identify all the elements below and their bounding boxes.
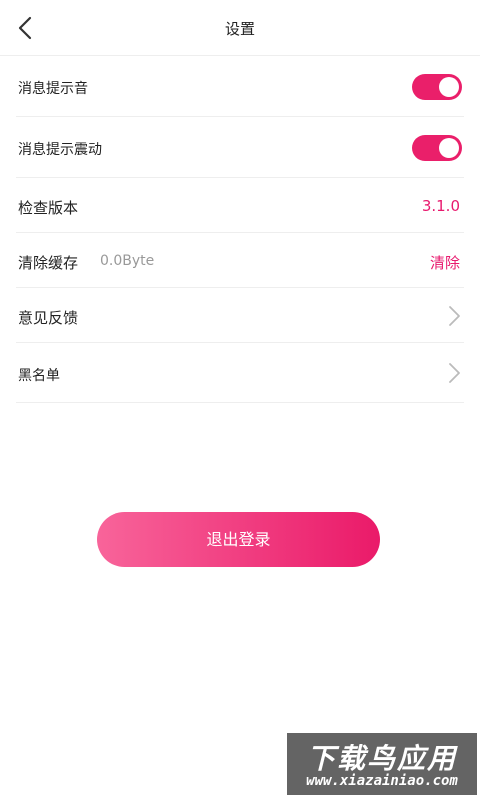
page-title: 设置 bbox=[224, 20, 255, 38]
feedback-label: 意见反馈 bbox=[18, 309, 79, 327]
toggle-knob bbox=[439, 138, 459, 158]
notify-sound-toggle[interactable] bbox=[412, 74, 462, 100]
watermark-logo: 下载鸟应用 www.xiazainiao.com bbox=[287, 733, 477, 795]
setting-row-notify-sound: 消息提示音 bbox=[16, 56, 464, 117]
notify-vibrate-label: 消息提示震动 bbox=[18, 142, 102, 158]
blacklist-label: 黑名单 bbox=[18, 368, 60, 384]
clear-cache-label: 清除缓存 bbox=[18, 254, 79, 272]
setting-row-clear-cache: 清除缓存 0.0Byte 清除 bbox=[16, 233, 464, 288]
check-version-label: 检查版本 bbox=[18, 199, 79, 217]
chevron-right-icon bbox=[449, 306, 460, 326]
logout-button[interactable]: 退出登录 bbox=[97, 512, 380, 567]
setting-row-notify-vibrate: 消息提示震动 bbox=[16, 117, 464, 178]
setting-row-blacklist[interactable]: 黑名单 bbox=[16, 343, 464, 403]
top-bar: 设置 bbox=[0, 0, 480, 56]
clear-cache-button[interactable]: 清除 bbox=[430, 252, 460, 273]
watermark-title: 下载鸟应用 bbox=[306, 742, 457, 775]
setting-row-feedback[interactable]: 意见反馈 bbox=[16, 288, 464, 343]
notify-vibrate-toggle[interactable] bbox=[412, 135, 462, 161]
notify-sound-label: 消息提示音 bbox=[18, 81, 88, 97]
watermark-url: www.xiazainiao.com bbox=[306, 773, 458, 789]
chevron-right-icon bbox=[449, 363, 460, 383]
cache-size: 0.0Byte bbox=[100, 253, 155, 269]
setting-row-check-version[interactable]: 检查版本 3.1.0 bbox=[16, 178, 464, 233]
version-value: 3.1.0 bbox=[421, 197, 460, 215]
toggle-knob bbox=[439, 77, 459, 97]
